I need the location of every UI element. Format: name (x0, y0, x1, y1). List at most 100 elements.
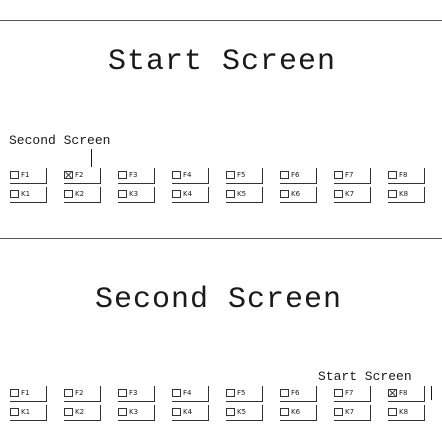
key-label: F1 (21, 389, 30, 397)
f-key-6-button[interactable]: F6 (280, 168, 317, 184)
second-screen-panel: Second Screen Start Screen F1 K1 F2 K2 F3 K3 F… (0, 238, 442, 437)
k-key-6-button[interactable]: K6 (280, 405, 317, 421)
checkbox-icon (388, 408, 397, 416)
screen-title: Second Screen (95, 283, 343, 317)
checkbox-icon (388, 171, 397, 179)
softkey-column: F1 K1 (10, 163, 64, 217)
key-label: K5 (237, 408, 247, 416)
k-key-1-button[interactable]: K1 (10, 187, 47, 203)
f-key-7-button[interactable]: F7 (334, 386, 371, 402)
k-key-2-button[interactable]: K2 (64, 187, 101, 203)
k-key-5-button[interactable]: K5 (226, 405, 263, 421)
key-label: K4 (183, 408, 193, 416)
key-label: F1 (21, 171, 30, 179)
checkbox-icon (226, 389, 235, 397)
checkbox-icon (334, 408, 343, 416)
key-label: F6 (291, 171, 300, 179)
softkey-column: F7 K7 (334, 163, 388, 217)
checkbox-icon (10, 389, 19, 397)
k-key-8-button[interactable]: K8 (388, 187, 425, 203)
key-label: K5 (237, 190, 247, 198)
checkbox-icon (64, 408, 73, 416)
softkey-column: F8 K8 (388, 381, 442, 435)
f-key-8-button[interactable]: F8 (388, 386, 425, 402)
softkey-column: F5 K5 (226, 163, 280, 217)
checkbox-icon (226, 408, 235, 416)
checkbox-icon (172, 389, 181, 397)
k-key-1-button[interactable]: K1 (10, 405, 47, 421)
softkey-column: F4 K4 (172, 163, 226, 217)
start-screen-panel: Start Screen Second Screen F1 K1 F2 K2 F3 K3 F… (0, 20, 442, 219)
f-key-5-button[interactable]: F5 (226, 168, 263, 184)
checkbox-icon (226, 171, 235, 179)
softkey-column: F7 K7 (334, 381, 388, 435)
checkbox-icon (280, 408, 289, 416)
softkey-bar: F1 K1 F2 K2 F3 K3 F4 K4 F5 K5 F6 K6 F7 K7 F8 K8 (10, 381, 442, 435)
key-label: F3 (129, 389, 138, 397)
key-label: K8 (399, 408, 409, 416)
screen-title: Start Screen (108, 45, 337, 79)
f-key-4-button[interactable]: F4 (172, 168, 209, 184)
f-key-2-button[interactable]: F2 (64, 168, 101, 184)
checkbox-icon (10, 408, 19, 416)
k-key-5-button[interactable]: K5 (226, 187, 263, 203)
key-label: F2 (75, 389, 84, 397)
checkbox-icon (64, 190, 73, 198)
f-key-5-button[interactable]: F5 (226, 386, 263, 402)
softkey-column: F5 K5 (226, 381, 280, 435)
checkbox-icon (10, 190, 19, 198)
softkey-bar: F1 K1 F2 K2 F3 K3 F4 K4 F5 K5 F6 K6 F7 K7 F8 K8 (10, 163, 442, 217)
k-key-7-button[interactable]: K7 (334, 405, 371, 421)
f-key-2-button[interactable]: F2 (64, 386, 101, 402)
k-key-4-button[interactable]: K4 (172, 187, 209, 203)
key-label: K2 (75, 408, 85, 416)
checkbox-icon (10, 171, 19, 179)
key-label: F7 (345, 389, 354, 397)
key-label: K7 (345, 190, 355, 198)
key-label: F8 (399, 389, 408, 397)
f-key-1-button[interactable]: F1 (10, 386, 47, 402)
checked-box-icon (388, 389, 397, 397)
softkey-column: F8 K8 (388, 163, 442, 217)
softkey-column: F6 K6 (280, 163, 334, 217)
checkbox-icon (172, 171, 181, 179)
key-label: K2 (75, 190, 85, 198)
checkbox-icon (118, 408, 127, 416)
key-label: K6 (291, 408, 301, 416)
checkbox-icon (388, 190, 397, 198)
checkbox-icon (118, 190, 127, 198)
key-label: K7 (345, 408, 355, 416)
checkbox-icon (172, 190, 181, 198)
checked-box-icon (64, 171, 73, 179)
checkbox-icon (280, 171, 289, 179)
f-key-7-button[interactable]: F7 (334, 168, 371, 184)
softkey-column: F4 K4 (172, 381, 226, 435)
checkbox-icon (226, 190, 235, 198)
k-key-7-button[interactable]: K7 (334, 187, 371, 203)
checkbox-icon (118, 171, 127, 179)
key-label: F2 (75, 171, 84, 179)
k-key-3-button[interactable]: K3 (118, 405, 155, 421)
f-key-8-button[interactable]: F8 (388, 168, 425, 184)
k-key-8-button[interactable]: K8 (388, 405, 425, 421)
k-key-3-button[interactable]: K3 (118, 187, 155, 203)
key-label: F6 (291, 389, 300, 397)
f-key-3-button[interactable]: F3 (118, 386, 155, 402)
checkbox-icon (64, 389, 73, 397)
key-label: F3 (129, 171, 138, 179)
f-key-3-button[interactable]: F3 (118, 168, 155, 184)
k-key-4-button[interactable]: K4 (172, 405, 209, 421)
checkbox-icon (334, 190, 343, 198)
k-key-6-button[interactable]: K6 (280, 187, 317, 203)
navigation-hint-label: Second Screen (9, 133, 111, 148)
f-key-4-button[interactable]: F4 (172, 386, 209, 402)
key-label: K4 (183, 190, 193, 198)
softkey-column: F1 K1 (10, 381, 64, 435)
key-label: K6 (291, 190, 301, 198)
checkbox-icon (334, 171, 343, 179)
softkey-column: F6 K6 (280, 381, 334, 435)
f-key-6-button[interactable]: F6 (280, 386, 317, 402)
f-key-1-button[interactable]: F1 (10, 168, 47, 184)
key-label: F5 (237, 389, 246, 397)
k-key-2-button[interactable]: K2 (64, 405, 101, 421)
